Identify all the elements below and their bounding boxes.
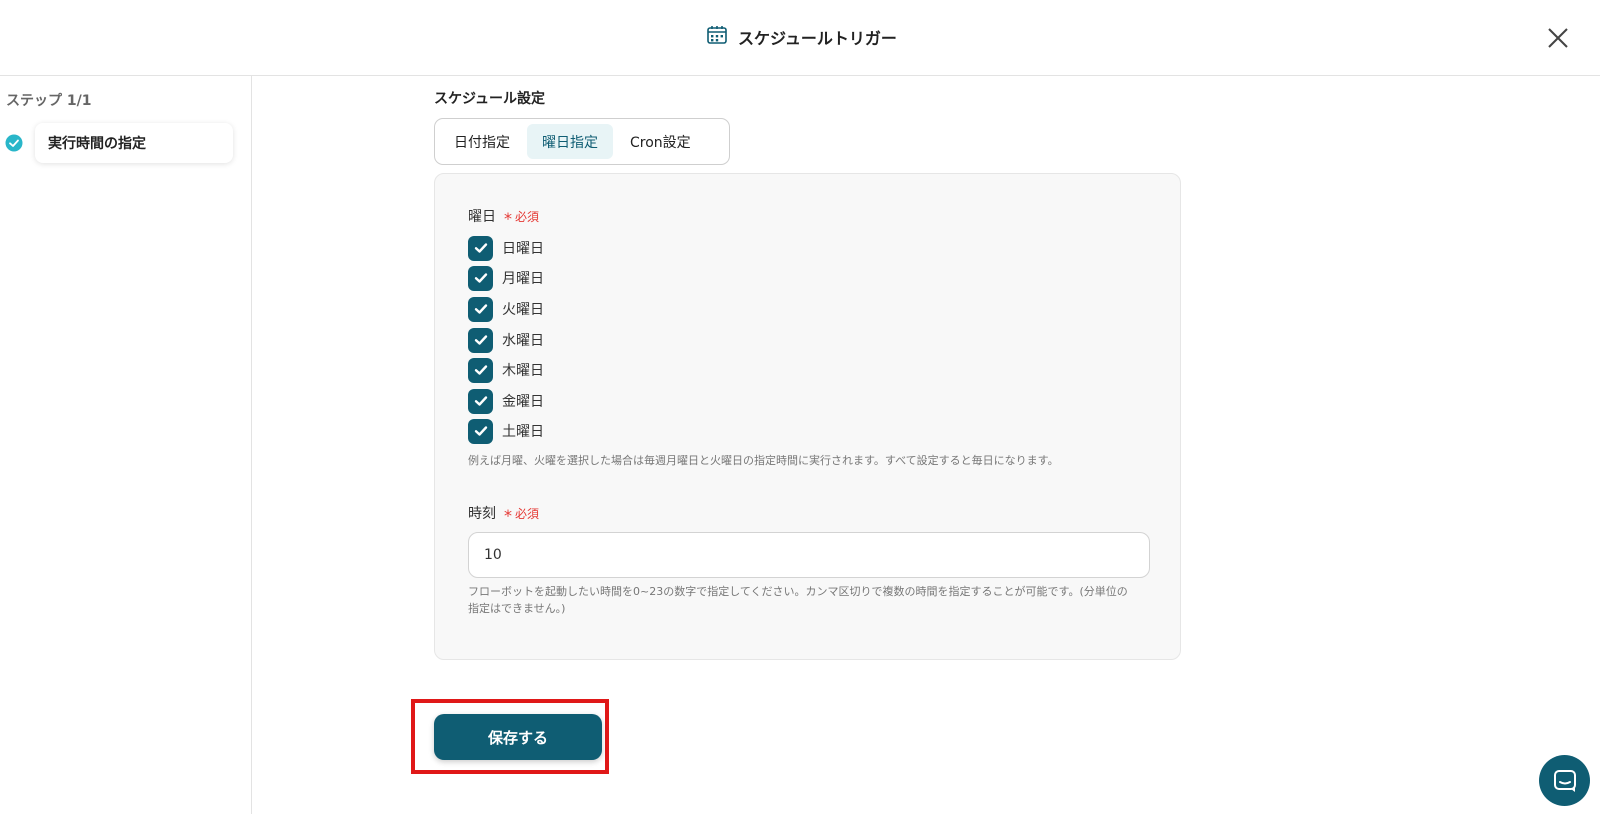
time-input[interactable]	[468, 532, 1150, 578]
step-sidebar: ステップ 1/1 実行時間の指定	[0, 76, 252, 814]
weekday-checkbox-monday[interactable]: 月曜日	[468, 265, 544, 291]
required-badge: * 必須	[504, 208, 540, 228]
checkbox-checked-icon[interactable]	[468, 418, 493, 444]
checkbox-checked-icon[interactable]	[468, 265, 493, 291]
step-counter: ステップ 1/1	[6, 93, 92, 109]
chat-icon	[1553, 769, 1576, 792]
time-help-line-1: フローボットを起動したい時間を0~23の数字で指定してください。カンマ区切りで複…	[468, 585, 1128, 598]
sidebar-step-label: 実行時間の指定	[48, 136, 146, 152]
main-content: スケジュール設定 日付指定 曜日指定 Cron設定 曜日 * 必須 日曜日 月曜…	[253, 76, 1600, 814]
weekday-field-label: 曜日 * 必須	[468, 206, 540, 228]
tab-cron[interactable]: Cron設定	[615, 124, 706, 159]
weekday-checkbox-thursday[interactable]: 木曜日	[468, 357, 544, 383]
sidebar-step-item[interactable]: 実行時間の指定	[35, 123, 233, 163]
checkbox-checked-icon[interactable]	[468, 296, 493, 322]
time-label-text: 時刻	[468, 506, 496, 522]
modal-header: スケジュールトリガー	[0, 0, 1600, 76]
close-icon	[1548, 28, 1568, 48]
required-text: 必須	[515, 506, 540, 521]
required-text: 必須	[515, 209, 540, 224]
weekday-checkbox-tuesday[interactable]: 火曜日	[468, 296, 544, 322]
checkbox-label: 木曜日	[502, 363, 544, 379]
save-button[interactable]: 保存する	[434, 714, 602, 760]
checkbox-label: 金曜日	[502, 394, 544, 410]
checkbox-label: 火曜日	[502, 302, 544, 318]
weekday-checkbox-friday[interactable]: 金曜日	[468, 388, 544, 414]
checkbox-checked-icon[interactable]	[468, 388, 493, 414]
checkbox-checked-icon[interactable]	[468, 327, 493, 353]
check-circle-icon	[5, 134, 23, 152]
schedule-type-tabs: 日付指定 曜日指定 Cron設定	[434, 118, 730, 165]
schedule-form-panel: 曜日 * 必須 日曜日 月曜日 火曜日 水曜日 木曜日 金曜日 土曜日 例えば月…	[434, 173, 1181, 660]
page-title: スケジュールトリガー	[738, 29, 897, 48]
time-help-text: フローボットを起動したい時間を0~23の数字で指定してください。カンマ区切りで複…	[468, 583, 1128, 617]
weekday-checkbox-wednesday[interactable]: 水曜日	[468, 327, 544, 353]
tab-date[interactable]: 日付指定	[439, 124, 525, 159]
checkbox-checked-icon[interactable]	[468, 235, 493, 261]
checkbox-checked-icon[interactable]	[468, 357, 493, 383]
required-badge: * 必須	[504, 505, 540, 525]
required-asterisk: *	[504, 506, 512, 525]
close-button[interactable]	[1544, 24, 1572, 52]
chat-support-button[interactable]	[1539, 755, 1590, 806]
tab-weekday[interactable]: 曜日指定	[527, 124, 613, 159]
checkbox-label: 土曜日	[502, 424, 544, 440]
time-help-line-2: 指定はできません。)	[468, 602, 566, 615]
weekday-checkbox-saturday[interactable]: 土曜日	[468, 418, 544, 444]
weekday-checkbox-sunday[interactable]: 日曜日	[468, 235, 544, 261]
weekday-help-text: 例えば月曜、火曜を選択した場合は毎週月曜日と火曜日の指定時間に実行されます。すべ…	[468, 454, 1059, 467]
checkbox-label: 日曜日	[502, 241, 544, 257]
header-title-group: スケジュールトリガー	[706, 23, 897, 51]
checkbox-label: 月曜日	[502, 271, 544, 287]
calendar-schedule-icon	[706, 24, 728, 50]
required-asterisk: *	[504, 209, 512, 228]
checkbox-label: 水曜日	[502, 333, 544, 349]
weekday-label-text: 曜日	[468, 209, 496, 225]
schedule-settings-label: スケジュール設定	[434, 91, 546, 107]
time-field-label: 時刻 * 必須	[468, 503, 540, 525]
